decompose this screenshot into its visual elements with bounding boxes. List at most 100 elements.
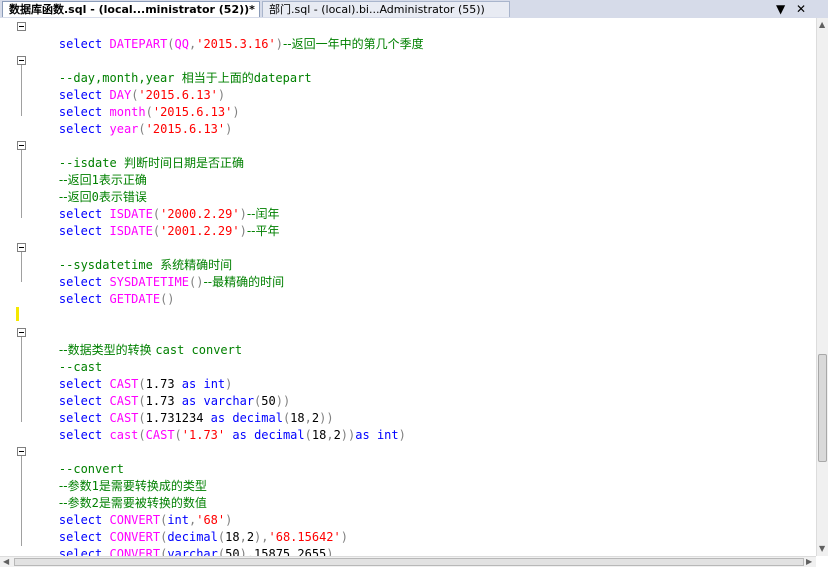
operator: ): [275, 37, 283, 51]
collapse-icon[interactable]: [17, 56, 26, 65]
comment: --平年: [246, 224, 280, 238]
operator: (): [188, 275, 204, 289]
operator: (: [167, 37, 175, 51]
outline-guide: [21, 337, 22, 422]
operator: ): [225, 122, 233, 136]
operator: (: [174, 428, 182, 442]
operator: (: [304, 428, 312, 442]
close-tab-icon[interactable]: ✕: [796, 1, 806, 17]
keyword: select: [58, 122, 103, 136]
horizontal-scrollbar[interactable]: ◀ ▶: [0, 556, 816, 567]
collapse-icon[interactable]: [17, 22, 26, 31]
tab-dropdown-icon[interactable]: ▼: [776, 1, 785, 17]
operator: ): [232, 105, 240, 119]
operator: ): [398, 428, 406, 442]
number-literal: 50: [225, 547, 240, 556]
operator: (: [138, 122, 146, 136]
string-literal: '2001.2.29': [160, 224, 240, 238]
document-tab-bar: 数据库函数.sql - (local...ministrator (52))* …: [0, 0, 828, 19]
keyword: select: [58, 547, 103, 556]
comment: --返回一年中的第几个季度: [282, 37, 424, 51]
collapse-icon[interactable]: [17, 328, 26, 337]
sql-code-editor[interactable]: select DATEPART(QQ,'2015.3.16')--返回一年中的第…: [0, 18, 816, 556]
code-line: --sysdatetime 系统精确时间: [30, 240, 232, 272]
operator: )): [340, 428, 356, 442]
scroll-up-icon[interactable]: ▲: [819, 20, 825, 30]
code-line: --参数2是需要被转换的数值: [30, 478, 207, 510]
operator: ),: [239, 547, 255, 556]
collapse-icon[interactable]: [17, 141, 26, 150]
type-name: varchar: [167, 547, 218, 556]
code-line: select cast(CAST('1.73' as decimal(18,2)…: [30, 410, 406, 442]
collapse-icon[interactable]: [17, 447, 26, 456]
code-line: select CAST(1.73 as varchar(50)): [30, 376, 290, 408]
function-name: year: [109, 122, 139, 136]
keyword: select: [58, 428, 103, 442]
code-line: --isdate 判断时间日期是否正确: [30, 138, 244, 170]
code-line: select SYSDATETIME()--最精确的时间: [30, 257, 284, 289]
code-line: select CONVERT(int,'68'): [30, 495, 232, 527]
keyword: as: [232, 428, 247, 442]
changed-line-marker: [16, 307, 19, 321]
horizontal-scroll-thumb[interactable]: [14, 558, 804, 566]
function-name: CAST: [145, 428, 175, 442]
function-name: ISDATE: [109, 224, 153, 238]
number-literal: 18: [311, 428, 327, 442]
identifier: QQ: [174, 37, 189, 51]
code-line: --返回0表示错误: [30, 172, 147, 204]
outline-guide: [21, 150, 22, 218]
code-line: --数据类型的转换 cast convert: [30, 325, 242, 357]
comment: cast convert: [155, 343, 243, 357]
function-name: CONVERT: [109, 547, 161, 556]
operator: ): [239, 224, 247, 238]
number-literal: 2: [333, 428, 341, 442]
tab-database-functions-sql[interactable]: 数据库函数.sql - (local...ministrator (52))*: [2, 1, 260, 17]
comment: --最精确的时间: [203, 275, 285, 289]
code-line: select DAY('2015.6.13'): [30, 70, 225, 102]
function-name: cast: [109, 428, 139, 442]
code-line: --convert: [30, 444, 124, 476]
vertical-scroll-thumb[interactable]: [818, 354, 827, 462]
outline-guide: [21, 65, 22, 116]
code-line: --day,month,year 相当于上面的datepart: [30, 53, 312, 85]
code-line: select CONVERT(varchar(50),15875.2655): [30, 529, 334, 556]
editor-gutter: [0, 18, 14, 556]
code-line: --cast: [30, 342, 102, 374]
function-name: DATEPART: [109, 37, 168, 51]
outline-guide: [21, 252, 22, 282]
code-line: select DATEPART(QQ,'2015.3.16')--返回一年中的第…: [30, 19, 424, 51]
string-literal: '2015.3.16': [196, 37, 276, 51]
operator: (: [152, 224, 161, 238]
keyword: select: [58, 224, 103, 238]
type-name: decimal: [254, 428, 305, 442]
code-line: select GETDATE(): [30, 274, 175, 306]
code-line: select CAST(1.731234 as decimal(18,2)): [30, 393, 334, 425]
operator: (): [160, 292, 175, 306]
number-literal: 15875.2655: [254, 547, 327, 556]
code-line: select ISDATE('2001.2.29')--平年: [30, 206, 280, 238]
tab-department-sql[interactable]: 部门.sql - (local).bi...Administrator (55)…: [262, 1, 510, 17]
outline-guide: [21, 456, 22, 546]
code-line: --参数1是需要转换成的类型: [30, 461, 207, 493]
comment: datepart: [253, 71, 312, 85]
code-line: select CAST(1.73 as int): [30, 359, 232, 391]
code-line: select month('2015.6.13'): [30, 87, 240, 119]
type-name: int: [376, 428, 399, 442]
function-name: GETDATE: [109, 292, 161, 306]
operator: ): [326, 547, 334, 556]
keyword: select: [58, 37, 103, 51]
string-literal: '1.73': [181, 428, 226, 442]
keyword: select: [58, 292, 103, 306]
code-line: --返回1表示正确: [30, 155, 147, 187]
scroll-down-icon[interactable]: ▼: [819, 544, 825, 554]
operator: ): [340, 530, 348, 544]
vertical-scrollbar[interactable]: ▲ ▼: [816, 18, 828, 556]
operator: (: [138, 428, 146, 442]
code-line: select year('2015.6.13'): [30, 104, 232, 136]
code-line: select CONVERT(decimal(18,2),'68.15642'): [30, 512, 348, 544]
keyword: as: [355, 428, 370, 442]
collapse-icon[interactable]: [17, 243, 26, 252]
code-line: select ISDATE('2000.2.29')--闰年: [30, 189, 280, 221]
string-literal: '2015.6.13': [145, 122, 226, 136]
operator: ,: [326, 428, 334, 442]
